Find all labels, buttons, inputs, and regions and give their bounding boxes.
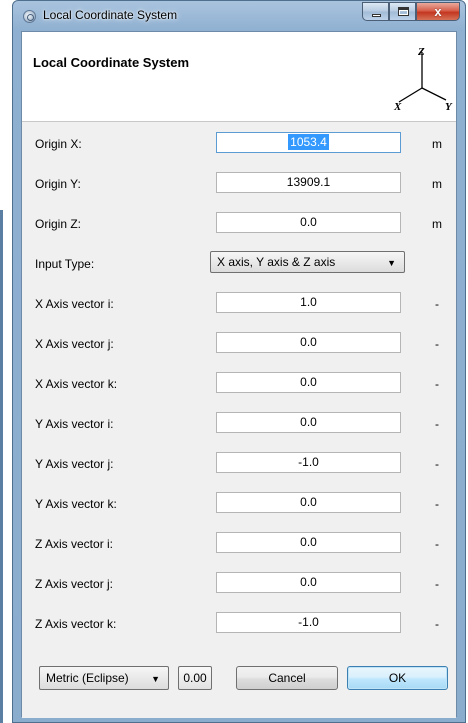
app-icon — [23, 10, 36, 23]
unit-label: - — [435, 377, 439, 391]
close-button[interactable]: x — [416, 2, 460, 21]
field-label: Y Axis vector i: — [35, 417, 114, 431]
row-origin-z: Origin Z: 0.0 m — [22, 206, 456, 242]
minimize-button[interactable] — [362, 2, 389, 21]
unit-label: - — [435, 537, 439, 551]
minimize-icon — [363, 3, 388, 20]
select-value: X axis, Y axis & Z axis — [217, 255, 336, 269]
field-label: Origin Z: — [35, 217, 82, 231]
unit-label: - — [435, 297, 439, 311]
field-label: Z Axis vector k: — [35, 617, 117, 631]
unit-label: - — [435, 417, 439, 431]
row-input-type: Input Type: X axis, Y axis & Z axis ▼ — [22, 246, 456, 282]
unit-label: - — [435, 617, 439, 631]
axis-x-label: X — [393, 101, 402, 112]
row-x-axis-k: X Axis vector k: 0.0 - — [22, 366, 456, 402]
field-label: Y Axis vector j: — [35, 457, 114, 471]
unit-label: - — [435, 577, 439, 591]
chevron-down-icon: ▼ — [387, 258, 396, 268]
dialog-header: Local Coordinate System Z X Y — [22, 32, 456, 122]
origin-x-input[interactable]: 1053.4 — [216, 132, 401, 153]
unit-label: m — [432, 177, 442, 191]
row-origin-x: Origin X: 1053.4 m — [22, 126, 456, 162]
dialog-window: Local Coordinate System x Local Coordina… — [12, 0, 466, 723]
title-bar[interactable]: Local Coordinate System x — [13, 1, 465, 31]
background-edge — [0, 210, 3, 723]
y-axis-j-input[interactable]: -1.0 — [216, 452, 401, 473]
cancel-button[interactable]: Cancel — [236, 666, 338, 690]
row-x-axis-j: X Axis vector j: 0.0 - — [22, 326, 456, 362]
y-axis-i-input[interactable]: 0.0 — [216, 412, 401, 433]
unit-label: - — [435, 337, 439, 351]
maximize-button[interactable] — [389, 2, 416, 21]
field-label: X Axis vector i: — [35, 297, 114, 311]
axis-z-label: Z — [417, 46, 425, 58]
field-label: Origin X: — [35, 137, 82, 151]
z-axis-k-input[interactable]: -1.0 — [216, 612, 401, 633]
row-z-axis-j: Z Axis vector j: 0.0 - — [22, 566, 456, 602]
precision-button[interactable]: 0.00 — [178, 666, 212, 690]
unit-label: m — [432, 217, 442, 231]
unit-label: - — [435, 457, 439, 471]
field-label: Origin Y: — [35, 177, 81, 191]
field-label: Z Axis vector j: — [35, 577, 114, 591]
x-axis-j-input[interactable]: 0.0 — [216, 332, 401, 353]
row-z-axis-k: Z Axis vector k: -1.0 - — [22, 606, 456, 642]
z-axis-j-input[interactable]: 0.0 — [216, 572, 401, 593]
row-x-axis-i: X Axis vector i: 1.0 - — [22, 286, 456, 322]
select-value: Metric (Eclipse) — [46, 671, 129, 685]
dialog-client: Local Coordinate System Z X Y Origin X: … — [21, 31, 457, 718]
dialog-footer: Metric (Eclipse) ▼ 0.00 Cancel OK — [22, 646, 456, 718]
field-label: Input Type: — [35, 257, 95, 271]
y-axis-k-input[interactable]: 0.0 — [216, 492, 401, 513]
row-z-axis-i: Z Axis vector i: 0.0 - — [22, 526, 456, 562]
chevron-down-icon: ▼ — [151, 674, 160, 684]
ok-button[interactable]: OK — [347, 666, 448, 690]
input-type-select[interactable]: X axis, Y axis & Z axis ▼ — [210, 251, 405, 273]
selected-text: 1053.4 — [288, 134, 329, 150]
axis-y-label: Y — [445, 101, 453, 112]
unit-label: - — [435, 497, 439, 511]
row-y-axis-j: Y Axis vector j: -1.0 - — [22, 446, 456, 482]
row-origin-y: Origin Y: 13909.1 m — [22, 166, 456, 202]
field-label: Y Axis vector k: — [35, 497, 117, 511]
window-controls: x — [362, 2, 460, 22]
row-y-axis-k: Y Axis vector k: 0.0 - — [22, 486, 456, 522]
maximize-icon — [390, 3, 415, 20]
close-icon: x — [434, 4, 442, 19]
unit-label: m — [432, 137, 442, 151]
field-label: X Axis vector k: — [35, 377, 118, 391]
window-title: Local Coordinate System — [43, 8, 178, 22]
page-title: Local Coordinate System — [33, 55, 190, 70]
x-axis-k-input[interactable]: 0.0 — [216, 372, 401, 393]
field-label: Z Axis vector i: — [35, 537, 114, 551]
x-axis-i-input[interactable]: 1.0 — [216, 292, 401, 313]
row-y-axis-i: Y Axis vector i: 0.0 - — [22, 406, 456, 442]
coordinate-axes-icon: Z X Y — [393, 46, 453, 112]
origin-y-input[interactable]: 13909.1 — [216, 172, 401, 193]
field-label: X Axis vector j: — [35, 337, 114, 351]
unit-system-select[interactable]: Metric (Eclipse) ▼ — [39, 666, 169, 690]
origin-z-input[interactable]: 0.0 — [216, 212, 401, 233]
z-axis-i-input[interactable]: 0.0 — [216, 532, 401, 553]
